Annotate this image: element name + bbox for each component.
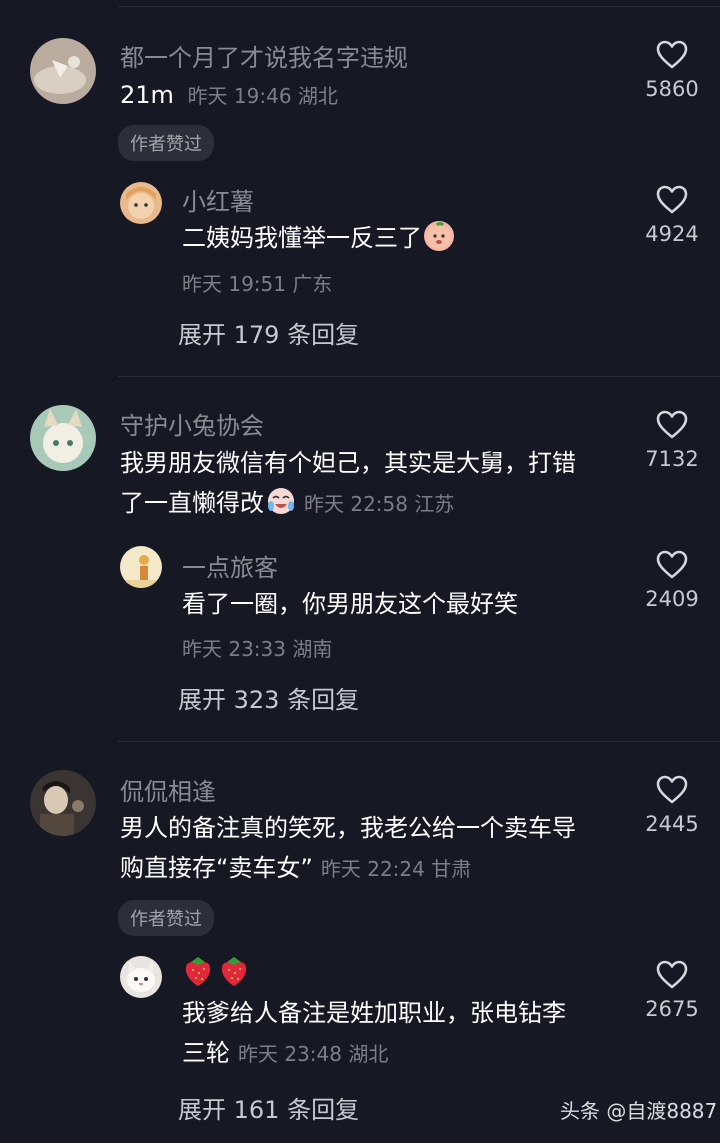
comment-username[interactable]: 守护小兔协会	[120, 406, 264, 441]
reply-username[interactable]: 小红薯	[182, 182, 254, 217]
reply-text: 看了一圈，你男朋友这个最好笑	[182, 590, 518, 618]
reply-username[interactable]: 一点旅客	[182, 548, 278, 583]
author-liked-badge: 作者赞过	[118, 125, 214, 161]
reply-text-line-2-text: 三轮	[182, 1039, 230, 1067]
strawberry-emoji	[185, 957, 211, 986]
comment-text-line-2-text: 了一直懒得改	[120, 489, 264, 517]
like-count: 2445	[645, 812, 699, 836]
like-button[interactable]: 4924	[629, 185, 715, 246]
reply-text-line: 我爹给人备注是姓加职业，张电钻李	[182, 999, 566, 1027]
reply-text: 我爹给人备注是姓加职业，张电钻李 三轮 昨天 23:48 湖北	[182, 993, 566, 1074]
like-button[interactable]: 5860	[629, 40, 715, 101]
top-divider	[118, 6, 720, 7]
like-count: 5860	[645, 77, 699, 101]
comment-username[interactable]: 侃侃相逢	[120, 772, 216, 807]
comment-text-line: 男人的备注真的笑死，我老公给一个卖车导	[120, 814, 576, 842]
expand-replies-button[interactable]: 展开 323 条回复	[178, 680, 359, 715]
comment-text: 男人的备注真的笑死，我老公给一个卖车导 购直接存“卖车女” 昨天 22:24 甘肃	[120, 808, 576, 889]
heart-icon	[656, 775, 688, 804]
like-button[interactable]: 2409	[629, 550, 715, 611]
comment-meta: 昨天 22:58 江苏	[304, 492, 455, 516]
heart-icon	[656, 550, 688, 579]
like-count: 4924	[645, 222, 699, 246]
heart-icon	[656, 40, 688, 69]
peach-face-emoji	[424, 221, 454, 251]
like-button[interactable]: 2675	[629, 960, 715, 1021]
thread-divider	[118, 376, 720, 377]
reply-meta: 昨天 23:48 湖北	[238, 1042, 389, 1066]
reply-text-line: 二姨妈我懂举一反三了	[182, 224, 422, 252]
author-liked-badge: 作者赞过	[118, 900, 214, 936]
comment-text: 我男朋友微信有个妲己，其实是大舅，打错 了一直懒得改 昨天 22:58 江苏	[120, 443, 576, 524]
like-count: 2409	[645, 587, 699, 611]
comment-meta: 昨天 19:46 湖北	[187, 84, 338, 108]
watermark: 头条 @自渡8887	[560, 1099, 718, 1123]
avatar[interactable]	[30, 405, 96, 471]
comment-text-line-2-text: 购直接存“卖车女”	[120, 854, 313, 882]
crying-laugh-emoji	[266, 486, 296, 516]
reply-meta: 昨天 23:33 湖南	[182, 637, 333, 661]
heart-icon	[656, 185, 688, 214]
expand-replies-button[interactable]: 展开 179 条回复	[178, 315, 359, 350]
comment-text-line: 我男朋友微信有个妲己，其实是大舅，打错	[120, 449, 576, 477]
thread-divider	[118, 741, 720, 742]
reply-avatar[interactable]	[120, 182, 162, 224]
avatar[interactable]	[30, 38, 96, 104]
reply-text-line-2: 三轮 昨天 23:48 湖北	[182, 1033, 566, 1074]
comment-text: 21m 昨天 19:46 湖北	[120, 75, 338, 116]
avatar[interactable]	[30, 770, 96, 836]
reply-text: 二姨妈我懂举一反三了	[182, 218, 454, 258]
reply-meta: 昨天 19:51 广东	[182, 272, 333, 296]
strawberry-emoji	[221, 957, 247, 986]
comment-username[interactable]: 都一个月了才说我名字违规	[120, 38, 408, 73]
reply-avatar[interactable]	[120, 956, 162, 998]
heart-icon	[656, 410, 688, 439]
comment-text-line: 21m	[120, 81, 174, 109]
comment-meta: 昨天 22:24 甘肃	[320, 857, 472, 881]
comment-text-line-2: 了一直懒得改 昨天 22:58 江苏	[120, 483, 576, 524]
comment-text-line-2: 购直接存“卖车女” 昨天 22:24 甘肃	[120, 848, 576, 889]
reply-avatar[interactable]	[120, 546, 162, 588]
heart-icon	[656, 960, 688, 989]
expand-replies-button[interactable]: 展开 161 条回复	[178, 1090, 359, 1125]
like-button[interactable]: 7132	[629, 410, 715, 471]
like-button[interactable]: 2445	[629, 775, 715, 836]
like-count: 2675	[645, 997, 699, 1021]
reply-username[interactable]	[182, 954, 250, 992]
like-count: 7132	[645, 447, 699, 471]
